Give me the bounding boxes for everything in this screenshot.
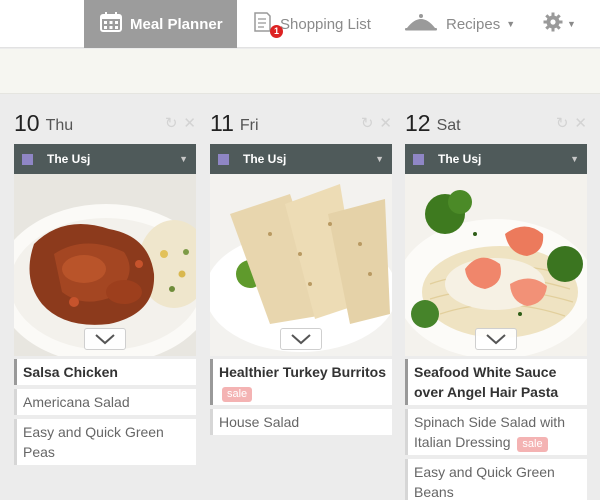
tab-shopping-list-label: Shopping List	[280, 15, 371, 33]
side-dish[interactable]: House Salad	[210, 409, 392, 435]
refresh-icon[interactable]: ↻	[361, 114, 374, 132]
toolbar-area	[0, 49, 600, 94]
plan-selector[interactable]: The Usj ▼	[210, 144, 392, 174]
day-name: Thu	[45, 117, 74, 134]
plan-color-swatch	[218, 153, 229, 165]
tab-meal-planner-label: Meal Planner	[130, 15, 223, 33]
day-actions: ↻ ✕	[165, 114, 196, 132]
cloche-icon	[404, 12, 438, 36]
shopping-list-icon: 1	[252, 11, 283, 38]
settings-menu[interactable]: ▼	[543, 0, 593, 48]
dish-name: Healthier Turkey Burritos	[219, 364, 387, 380]
day-number: 10	[14, 110, 40, 136]
plan-selector[interactable]: The Usj ▼	[14, 144, 196, 174]
day-name: Fri	[239, 117, 259, 134]
side-dish[interactable]: Spinach Side Salad with Italian Dressing…	[405, 409, 587, 455]
day-actions: ↻ ✕	[556, 114, 587, 132]
calendar-icon	[100, 12, 122, 36]
side-dish[interactable]: Easy and Quick Green Beans	[405, 459, 587, 500]
side-dish[interactable]: Americana Salad	[14, 389, 196, 415]
side-dish[interactable]: Easy and Quick Green Peas	[14, 419, 196, 465]
plan-color-swatch	[22, 153, 33, 165]
tab-recipes-label: Recipes	[446, 15, 501, 33]
day-actions: ↻ ✕	[361, 114, 392, 132]
expand-button[interactable]	[475, 328, 517, 350]
expand-button[interactable]	[280, 328, 322, 350]
meal-photo[interactable]	[14, 174, 196, 356]
dish-name: Seafood White Sauce over Angel Hair Past…	[414, 364, 559, 400]
dish-name: Easy and Quick Green Beans	[414, 464, 555, 500]
main-dish[interactable]: Seafood White Sauce over Angel Hair Past…	[405, 359, 587, 405]
day-name: Sat	[436, 117, 461, 134]
close-icon[interactable]: ✕	[379, 114, 392, 132]
gear-icon	[543, 12, 563, 36]
main-dish[interactable]: Salsa Chicken	[14, 359, 196, 385]
tab-meal-planner[interactable]: Meal Planner	[84, 0, 237, 48]
plan-label: The Usj	[47, 152, 91, 166]
chevron-down-icon	[291, 334, 311, 345]
dish-name: Americana Salad	[23, 394, 130, 410]
sale-badge: sale	[517, 437, 548, 452]
day-number: 12	[405, 110, 431, 136]
expand-button[interactable]	[84, 328, 126, 350]
chevron-down-icon: ▼	[570, 154, 579, 164]
plan-color-swatch	[413, 153, 424, 165]
dish-name: House Salad	[219, 414, 300, 430]
sale-badge: sale	[222, 387, 253, 402]
day-column: 12 Sat ↻ ✕ The Usj ▼ Seafood White Sauce…	[405, 104, 587, 500]
meal-photo[interactable]	[405, 174, 587, 356]
chevron-down-icon	[95, 334, 115, 345]
chevron-down-icon: ▼	[179, 154, 188, 164]
dish-name: Easy and Quick Green Peas	[23, 424, 164, 460]
day-column: 10 Thu ↻ ✕ The Usj ▼ Salsa Chicken Ameri…	[14, 104, 196, 465]
top-nav: Meal Planner 1 Shopping List Recipes ▼ ▼	[0, 0, 600, 48]
close-icon[interactable]: ✕	[183, 114, 196, 132]
refresh-icon[interactable]: ↻	[165, 114, 178, 132]
dish-name: Salsa Chicken	[23, 364, 118, 380]
plan-selector[interactable]: The Usj ▼	[405, 144, 587, 174]
chevron-down-icon	[486, 334, 506, 345]
tab-shopping-list[interactable]: 1 Shopping List	[252, 0, 382, 48]
day-column: 11 Fri ↻ ✕ The Usj ▼ Healthier Turkey Bu…	[210, 104, 392, 435]
tab-recipes[interactable]: Recipes ▼	[404, 0, 524, 48]
refresh-icon[interactable]: ↻	[556, 114, 569, 132]
notification-badge: 1	[270, 25, 283, 38]
chevron-down-icon: ▼	[506, 19, 516, 29]
chevron-down-icon: ▼	[375, 154, 384, 164]
chevron-down-icon: ▼	[567, 19, 576, 29]
meal-photo[interactable]	[210, 174, 392, 356]
close-icon[interactable]: ✕	[574, 114, 587, 132]
main-dish[interactable]: Healthier Turkey Burritos sale	[210, 359, 392, 405]
day-number: 11	[210, 110, 234, 136]
plan-label: The Usj	[243, 152, 287, 166]
plan-label: The Usj	[438, 152, 482, 166]
